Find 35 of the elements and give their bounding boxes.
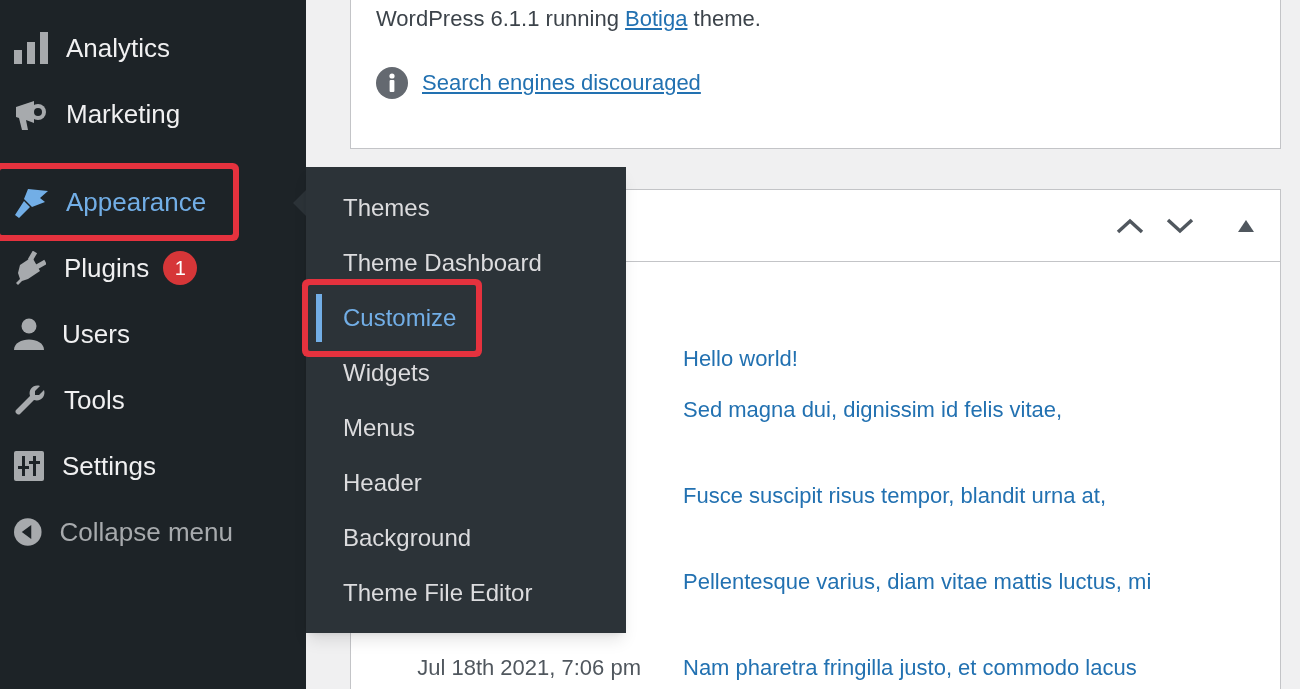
post-link[interactable]: Nam pharetra fringilla justo, et commodo lacus bbox=[683, 653, 1137, 683]
plug-icon bbox=[14, 251, 46, 285]
user-icon bbox=[14, 318, 44, 350]
menu-item[interactable]: Marketing bbox=[0, 81, 233, 147]
sliders-icon bbox=[14, 451, 44, 481]
triangle-up-icon[interactable] bbox=[1238, 219, 1254, 232]
post-link[interactable]: Fusce suscipit risus tempor, blandit urna at, bbox=[683, 481, 1107, 511]
chevron-down-icon[interactable] bbox=[1166, 217, 1194, 234]
menu-item[interactable]: Appearance bbox=[0, 169, 233, 235]
submenu-item[interactable]: Menus bbox=[308, 413, 436, 442]
menu-item[interactable]: Settings bbox=[0, 433, 233, 499]
submenu-item[interactable]: Background bbox=[308, 523, 492, 552]
menu-item[interactable]: Analytics bbox=[0, 15, 233, 81]
submenu-item[interactable]: Widgets bbox=[308, 358, 450, 387]
submenu-item[interactable]: Themes bbox=[308, 193, 450, 222]
collapse-icon bbox=[14, 516, 42, 548]
chevron-up-icon[interactable] bbox=[1116, 217, 1144, 234]
menu-item[interactable]: Collapse menu bbox=[0, 499, 233, 565]
post-date: Jul 18th 2021, 7:06 pm bbox=[416, 654, 641, 682]
post-link[interactable]: Pellentesque varius, diam vitae mattis luctus, mi bbox=[683, 567, 1152, 597]
count-badge: 1 bbox=[163, 251, 198, 285]
submenu-item[interactable]: Header bbox=[308, 468, 442, 497]
post-link[interactable]: Sed magna dui, dignissim id felis vitae, bbox=[683, 395, 1063, 425]
version-text: WordPress 6.1.1 running Botiga theme. bbox=[376, 5, 762, 33]
wrench-icon bbox=[14, 384, 46, 416]
menu-item[interactable]: Plugins 1 bbox=[0, 235, 233, 301]
submenu-item[interactable]: Theme File Editor bbox=[308, 578, 553, 607]
post-link[interactable]: Hello world! bbox=[683, 344, 798, 374]
notice-link[interactable]: Search engines discouraged bbox=[422, 68, 701, 98]
submenu-item[interactable]: Theme Dashboard bbox=[308, 248, 562, 277]
info-icon bbox=[376, 67, 408, 99]
bar-chart-icon bbox=[14, 32, 48, 64]
theme-link[interactable]: Botiga bbox=[625, 6, 688, 31]
menu-item[interactable]: Users bbox=[0, 301, 233, 367]
menu-item[interactable]: Tools bbox=[0, 367, 233, 433]
